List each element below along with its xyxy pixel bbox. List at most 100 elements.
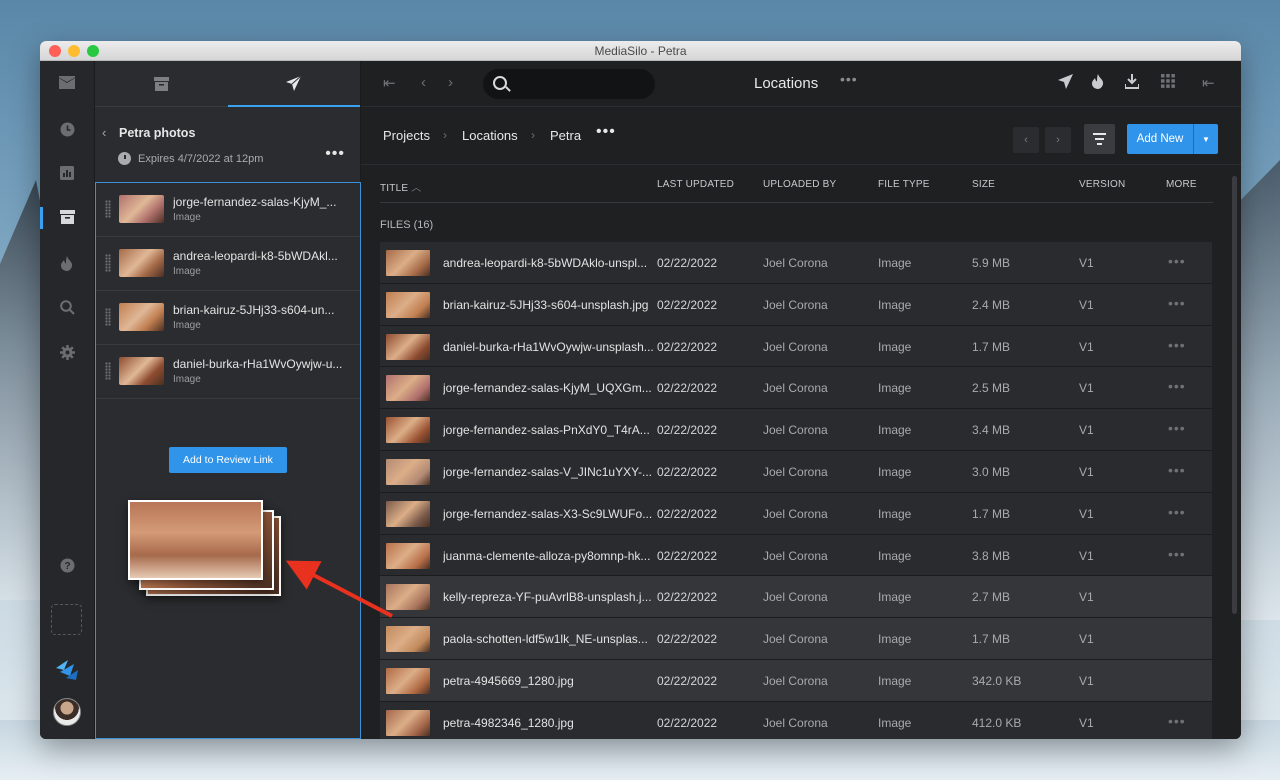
file-type: Image: [878, 256, 912, 270]
search-input[interactable]: [483, 69, 655, 99]
help-icon[interactable]: ?: [57, 555, 77, 575]
file-name[interactable]: petra-4982346_1280.jpg: [443, 716, 657, 730]
table-row[interactable]: jorge-fernandez-salas-KjyM_UQXGm... 02/2…: [380, 367, 1212, 410]
file-name[interactable]: daniel-burka-rHa1WvOywjw-unsplash...: [443, 340, 657, 354]
table-row[interactable]: petra-4945669_1280.jpg 02/22/2022 Joel C…: [380, 659, 1212, 702]
breadcrumb-more-button[interactable]: •••: [596, 123, 616, 141]
review-item[interactable]: andrea-leopardi-k8-5bWDAkl... Image: [96, 237, 360, 291]
file-name[interactable]: paola-schotten-ldf5w1lk_NE-unsplas...: [443, 632, 657, 646]
row-more-button[interactable]: •••: [1168, 546, 1186, 562]
chart-icon[interactable]: [57, 163, 77, 183]
file-name[interactable]: jorge-fernandez-salas-KjyM_UQXGm...: [443, 381, 657, 395]
file-name[interactable]: petra-4945669_1280.jpg: [443, 674, 657, 688]
review-item[interactable]: daniel-burka-rHa1WvOywjw-u... Image: [96, 345, 360, 399]
prev-page-button[interactable]: ‹: [1013, 127, 1039, 153]
row-more-button[interactable]: •••: [1168, 253, 1186, 269]
row-more-button[interactable]: •••: [1168, 713, 1186, 729]
row-more-button[interactable]: •••: [1168, 295, 1186, 311]
row-more-button[interactable]: •••: [1168, 504, 1186, 520]
window-title: MediaSilo - Petra: [594, 43, 687, 58]
tab-collections[interactable]: [95, 61, 228, 106]
column-version[interactable]: VERSION: [1079, 179, 1125, 190]
file-version: V1: [1079, 673, 1094, 688]
column-file-type[interactable]: FILE TYPE: [878, 179, 930, 190]
panel-more-button[interactable]: •••: [325, 145, 345, 163]
drag-handle-icon[interactable]: [105, 254, 111, 272]
file-version: V1: [1079, 381, 1094, 396]
file-size: 3.0 MB: [972, 464, 1011, 479]
column-last-updated[interactable]: LAST UPDATED: [657, 179, 734, 190]
breadcrumb-projects[interactable]: Projects: [383, 128, 430, 143]
file-name[interactable]: brian-kairuz-5JHj33-s604-unsplash.jpg: [443, 298, 657, 312]
title-more-button[interactable]: •••: [840, 71, 858, 87]
avatar[interactable]: [53, 698, 81, 726]
thumbnail: [386, 417, 430, 444]
review-item[interactable]: brian-kairuz-5JHj33-s604-un... Image: [96, 291, 360, 345]
thumbnail: [386, 500, 430, 527]
close-window-button[interactable]: [49, 45, 61, 57]
next-page-button[interactable]: ›: [1045, 127, 1071, 153]
drag-handle-icon[interactable]: [105, 362, 111, 380]
row-more-button[interactable]: •••: [1168, 378, 1186, 394]
add-icon[interactable]: [51, 604, 82, 635]
download-icon[interactable]: [1124, 74, 1140, 93]
chevron-down-icon[interactable]: ▼: [1194, 124, 1218, 154]
row-more-button[interactable]: •••: [1168, 420, 1186, 436]
send-icon[interactable]: [1058, 74, 1073, 93]
fire-icon[interactable]: [1092, 74, 1104, 93]
minimize-window-button[interactable]: [68, 45, 80, 57]
search-icon[interactable]: [57, 297, 77, 317]
file-name[interactable]: juanma-clemente-alloza-py8omnp-hk...: [443, 549, 657, 563]
add-new-button[interactable]: Add New ▼: [1127, 124, 1218, 154]
table-row[interactable]: paola-schotten-ldf5w1lk_NE-unsplas... 02…: [380, 618, 1212, 660]
table-row[interactable]: kelly-repreza-YF-puAvrlB8-unsplash.j... …: [380, 576, 1212, 619]
grid-view-icon[interactable]: [1161, 74, 1175, 92]
back-arrow-icon[interactable]: ‹: [421, 74, 426, 91]
fire-icon[interactable]: [57, 253, 77, 273]
table-row[interactable]: jorge-fernandez-salas-X3-Sc9LWUFo... 02/…: [380, 492, 1212, 535]
maximize-window-button[interactable]: [87, 45, 99, 57]
collapse-right-icon[interactable]: ⇤: [1202, 74, 1215, 92]
table-row[interactable]: petra-4982346_1280.jpg 02/22/2022 Joel C…: [380, 701, 1212, 739]
table-row[interactable]: brian-kairuz-5JHj33-s604-unsplash.jpg 02…: [380, 283, 1212, 326]
table-row[interactable]: juanma-clemente-alloza-py8omnp-hk... 02/…: [380, 534, 1212, 577]
drag-preview-card: [128, 500, 263, 580]
breadcrumb-locations[interactable]: Locations: [462, 128, 518, 143]
file-size: 1.7 MB: [972, 339, 1011, 354]
file-name[interactable]: jorge-fernandez-salas-X3-Sc9LWUFo...: [443, 507, 657, 521]
drag-handle-icon[interactable]: [105, 200, 111, 218]
file-name[interactable]: jorge-fernandez-salas-PnXdY0_T4rA...: [443, 423, 657, 437]
review-link-dropzone[interactable]: jorge-fernandez-salas-KjyM_... Image and…: [95, 182, 361, 739]
chevron-left-icon[interactable]: ‹: [102, 125, 106, 140]
breadcrumb-petra[interactable]: Petra: [550, 128, 581, 143]
collapse-panel-icon[interactable]: ⇤: [383, 74, 396, 92]
filter-button[interactable]: [1084, 124, 1115, 154]
add-new-label[interactable]: Add New: [1127, 124, 1194, 154]
inbox-icon[interactable]: [57, 73, 77, 93]
tab-review-links[interactable]: [227, 61, 361, 107]
file-size: 2.5 MB: [972, 381, 1011, 396]
column-title[interactable]: TITLE ︿: [380, 179, 421, 194]
review-item[interactable]: jorge-fernandez-salas-KjyM_... Image: [96, 183, 360, 237]
table-row[interactable]: daniel-burka-rHa1WvOywjw-unsplash... 02/…: [380, 325, 1212, 368]
file-name[interactable]: jorge-fernandez-salas-V_JINc1uYXY-...: [443, 465, 657, 479]
gear-icon[interactable]: [57, 342, 77, 362]
drag-handle-icon[interactable]: [105, 308, 111, 326]
row-more-button[interactable]: •••: [1168, 462, 1186, 478]
file-name[interactable]: andrea-leopardi-k8-5bWDAklo-unspl...: [443, 256, 657, 270]
table-row[interactable]: jorge-fernandez-salas-PnXdY0_T4rA... 02/…: [380, 409, 1212, 451]
file-size: 3.4 MB: [972, 423, 1011, 438]
table-row[interactable]: andrea-leopardi-k8-5bWDAklo-unspl... 02/…: [380, 242, 1212, 284]
file-name[interactable]: kelly-repreza-YF-puAvrlB8-unsplash.j...: [443, 590, 657, 604]
add-to-review-link-button[interactable]: Add to Review Link: [169, 447, 287, 473]
archive-icon[interactable]: [57, 207, 77, 227]
clock-icon[interactable]: [57, 119, 77, 139]
scrollbar[interactable]: [1232, 176, 1237, 614]
table-row[interactable]: jorge-fernandez-salas-V_JINc1uYXY-... 02…: [380, 450, 1212, 493]
file-uploader: Joel Corona: [763, 506, 828, 521]
row-more-button[interactable]: •••: [1168, 337, 1186, 353]
column-size[interactable]: SIZE: [972, 179, 995, 190]
forward-arrow-icon[interactable]: ›: [448, 74, 453, 91]
column-uploaded-by[interactable]: UPLOADED BY: [763, 179, 836, 190]
file-date: 02/22/2022: [657, 715, 718, 730]
